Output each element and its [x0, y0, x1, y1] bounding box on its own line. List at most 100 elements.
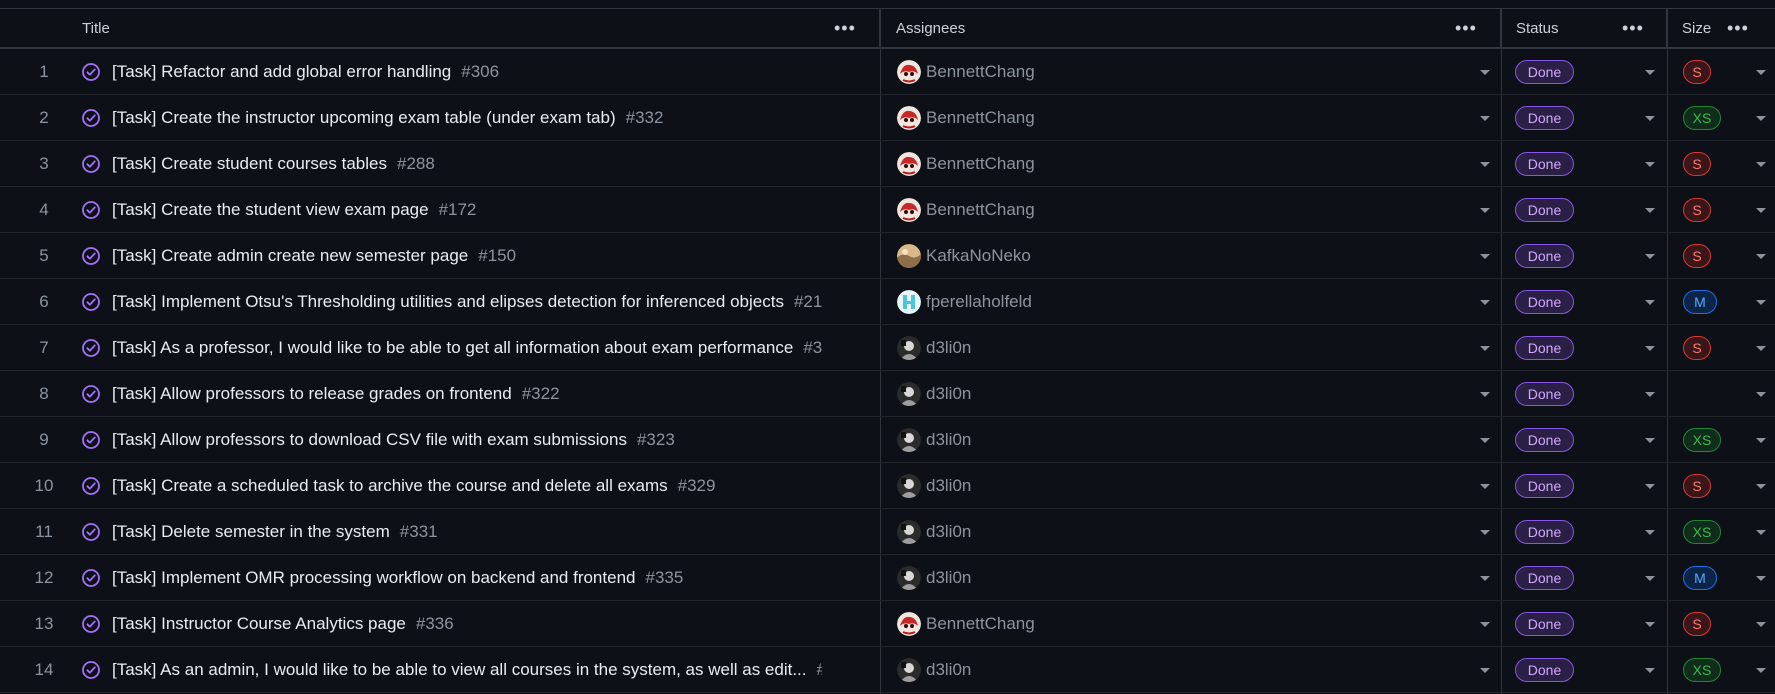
size-badge[interactable]: XS — [1683, 428, 1721, 452]
assignee-name[interactable]: d3li0n — [926, 417, 971, 463]
status-badge[interactable]: Done — [1515, 658, 1574, 682]
status-badge[interactable]: Done — [1515, 336, 1574, 360]
chevron-down-icon[interactable] — [1645, 392, 1655, 397]
chevron-down-icon[interactable] — [1756, 576, 1766, 581]
chevron-down-icon[interactable] — [1645, 438, 1655, 443]
issue-title-text[interactable]: [Task] Create student courses tables — [112, 154, 387, 173]
chevron-down-icon[interactable] — [1480, 254, 1490, 259]
issue-title-text[interactable]: [Task] Create a scheduled task to archiv… — [112, 476, 668, 495]
chevron-down-icon[interactable] — [1756, 484, 1766, 489]
chevron-down-icon[interactable] — [1645, 208, 1655, 213]
table-row[interactable]: 1 [Task] Refactor and add global error ha… — [0, 49, 1775, 95]
issue-title[interactable]: [Task] Create admin create new semester … — [112, 233, 516, 279]
assignee-name[interactable]: BennettChang — [926, 49, 1035, 95]
size-badge[interactable]: S — [1683, 60, 1711, 84]
issue-number[interactable]: #323 — [637, 430, 675, 449]
assignee-name[interactable]: d3li0n — [926, 647, 971, 693]
size-badge[interactable]: S — [1683, 474, 1711, 498]
size-badge[interactable]: S — [1683, 612, 1711, 636]
size-badge[interactable]: S — [1683, 244, 1711, 268]
chevron-down-icon[interactable] — [1480, 346, 1490, 351]
assignee-name[interactable]: BennettChang — [926, 141, 1035, 187]
chevron-down-icon[interactable] — [1756, 668, 1766, 673]
table-row[interactable]: 12 [Task] Implement OMR processing workfl… — [0, 555, 1775, 601]
chevron-down-icon[interactable] — [1756, 622, 1766, 627]
issue-number[interactable]: #288 — [397, 154, 435, 173]
chevron-down-icon[interactable] — [1756, 162, 1766, 167]
size-badge[interactable]: XS — [1683, 106, 1721, 130]
status-badge[interactable]: Done — [1515, 106, 1574, 130]
size-badge[interactable]: XS — [1683, 658, 1721, 682]
assignee-name[interactable]: BennettChang — [926, 601, 1035, 647]
chevron-down-icon[interactable] — [1480, 576, 1490, 581]
chevron-down-icon[interactable] — [1645, 162, 1655, 167]
chevron-down-icon[interactable] — [1480, 668, 1490, 673]
table-row[interactable]: 9 [Task] Allow professors to download CSV… — [0, 417, 1775, 463]
assignee-name[interactable]: d3li0n — [926, 371, 971, 417]
assignee-name[interactable]: d3li0n — [926, 325, 971, 371]
chevron-down-icon[interactable] — [1756, 208, 1766, 213]
chevron-down-icon[interactable] — [1756, 438, 1766, 443]
issue-number[interactable]: #172 — [439, 200, 477, 219]
chevron-down-icon[interactable] — [1756, 392, 1766, 397]
size-badge[interactable]: S — [1683, 336, 1711, 360]
issue-title[interactable]: [Task] As a professor, I would like to b… — [112, 325, 822, 371]
issue-title[interactable]: [Task] Delete semester in the system #331 — [112, 509, 438, 555]
assignee-name[interactable]: BennettChang — [926, 187, 1035, 233]
issue-title[interactable]: [Task] Create a scheduled task to archiv… — [112, 463, 715, 509]
assignee-name[interactable]: d3li0n — [926, 555, 971, 601]
chevron-down-icon[interactable] — [1756, 254, 1766, 259]
column-header-size[interactable]: Size — [1667, 9, 1775, 47]
chevron-down-icon[interactable] — [1480, 484, 1490, 489]
status-badge[interactable]: Done — [1515, 152, 1574, 176]
issue-title[interactable]: [Task] Implement OMR processing workflow… — [112, 555, 683, 601]
chevron-down-icon[interactable] — [1645, 254, 1655, 259]
chevron-down-icon[interactable] — [1480, 530, 1490, 535]
chevron-down-icon[interactable] — [1645, 484, 1655, 489]
chevron-down-icon[interactable] — [1756, 116, 1766, 121]
table-row[interactable]: 14 [Task] As an admin, I would like to be… — [0, 647, 1775, 693]
issue-number[interactable]: #150 — [478, 246, 516, 265]
assignees-column-menu-icon[interactable]: ••• — [1455, 18, 1477, 39]
table-row[interactable]: 7 [Task] As a professor, I would like to … — [0, 325, 1775, 371]
chevron-down-icon[interactable] — [1480, 162, 1490, 167]
issue-title[interactable]: [Task] Create student courses tables #288 — [112, 141, 435, 187]
chevron-down-icon[interactable] — [1645, 530, 1655, 535]
chevron-down-icon[interactable] — [1480, 208, 1490, 213]
issue-number[interactable]: #311 — [803, 338, 822, 357]
chevron-down-icon[interactable] — [1756, 70, 1766, 75]
assignee-name[interactable]: fperellaholfeld — [926, 279, 1032, 325]
assignee-name[interactable]: d3li0n — [926, 463, 971, 509]
issue-title-text[interactable]: [Task] Refactor and add global error han… — [112, 62, 451, 81]
assignee-name[interactable]: d3li0n — [926, 509, 971, 555]
status-badge[interactable]: Done — [1515, 60, 1574, 84]
issue-title[interactable]: [Task] Create the instructor upcoming ex… — [112, 95, 663, 141]
issue-title-text[interactable]: [Task] Allow professors to download CSV … — [112, 430, 627, 449]
status-badge[interactable]: Done — [1515, 612, 1574, 636]
size-badge[interactable]: M — [1683, 566, 1717, 590]
issue-number[interactable]: #339 — [817, 660, 823, 679]
size-column-menu-icon[interactable]: ••• — [1727, 18, 1749, 39]
size-badge[interactable]: S — [1683, 152, 1711, 176]
issue-title-text[interactable]: [Task] Implement OMR processing workflow… — [112, 568, 635, 587]
issue-number[interactable]: #329 — [678, 476, 716, 495]
table-row[interactable]: 13 [Task] Instructor Course Analytics pag… — [0, 601, 1775, 647]
table-row[interactable]: 2 [Task] Create the instructor upcoming e… — [0, 95, 1775, 141]
issue-number[interactable]: #336 — [416, 614, 454, 633]
table-row[interactable]: 8 [Task] Allow professors to release grad… — [0, 371, 1775, 417]
chevron-down-icon[interactable] — [1645, 576, 1655, 581]
table-row[interactable]: 3 [Task] Create student courses tables #28… — [0, 141, 1775, 187]
column-header-assignees[interactable]: Assignees — [880, 9, 1501, 47]
status-badge[interactable]: Done — [1515, 382, 1574, 406]
chevron-down-icon[interactable] — [1480, 70, 1490, 75]
status-badge[interactable]: Done — [1515, 566, 1574, 590]
chevron-down-icon[interactable] — [1645, 70, 1655, 75]
status-badge[interactable]: Done — [1515, 428, 1574, 452]
chevron-down-icon[interactable] — [1480, 116, 1490, 121]
status-badge[interactable]: Done — [1515, 290, 1574, 314]
size-badge[interactable]: XS — [1683, 520, 1721, 544]
issue-title[interactable]: [Task] Allow professors to release grade… — [112, 371, 560, 417]
issue-number[interactable]: #332 — [626, 108, 664, 127]
table-row[interactable]: 6 [Task] Implement Otsu's Thresholding ut… — [0, 279, 1775, 325]
status-badge[interactable]: Done — [1515, 474, 1574, 498]
